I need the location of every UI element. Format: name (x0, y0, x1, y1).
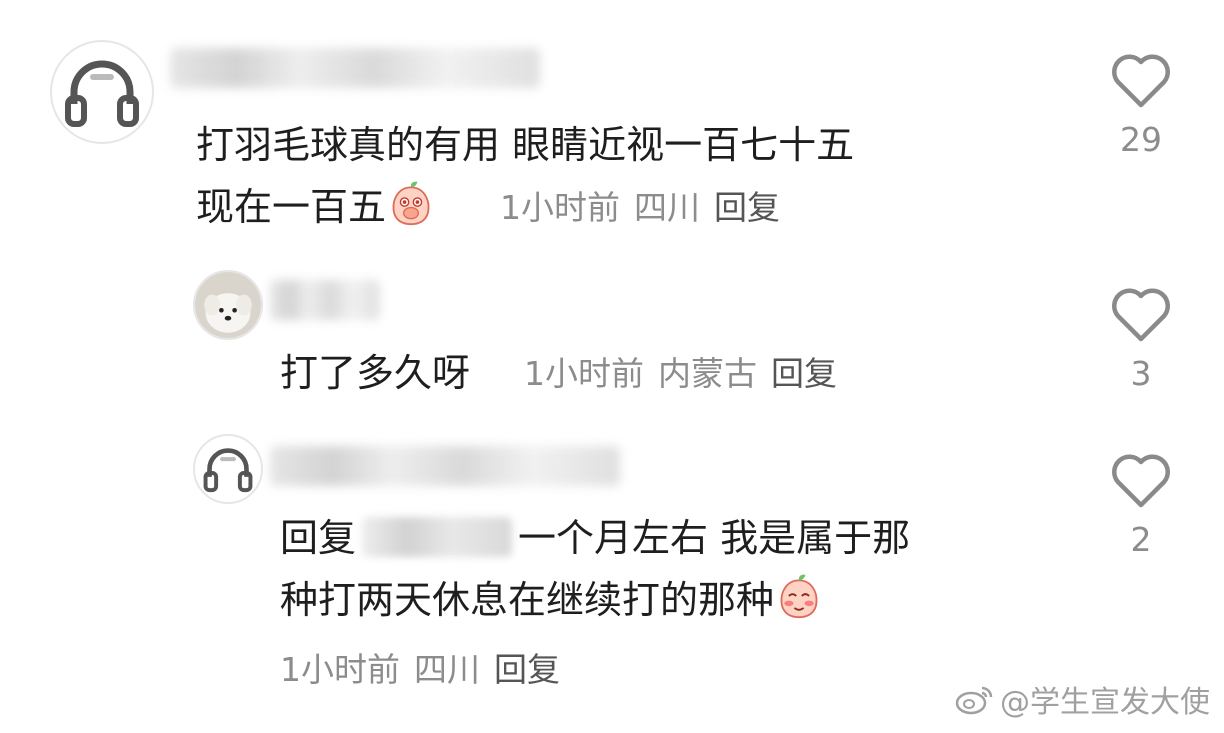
comment-2-avatar[interactable] (193, 270, 263, 340)
comment-1-avatar[interactable] (50, 40, 154, 144)
comment-1-text-line2-content: 现在一百五 (196, 185, 387, 229)
comment-3-time: 1小时前 (280, 650, 400, 689)
watermark-text: @学生宣发大使 (1000, 685, 1210, 720)
watermark: @学生宣发大使 (954, 677, 1210, 721)
comment-2-time: 1小时前 (524, 354, 644, 393)
comment-2-text: 打了多久呀 (280, 342, 470, 404)
comment-3-username-redacted (270, 446, 620, 486)
heart-icon (1112, 54, 1170, 108)
comment-1-like-button[interactable]: 29 (1106, 52, 1176, 160)
comment-1-like-count: 29 (1120, 120, 1162, 159)
comment-2-like-button[interactable]: 3 (1106, 286, 1176, 394)
comment-3-avatar[interactable] (193, 434, 263, 504)
comment-1-location: 四川 (634, 188, 700, 227)
peach-covering-mouth-emoji (388, 180, 434, 226)
comment-1-username-redacted (170, 48, 540, 88)
comment-3-like-count: 2 (1130, 520, 1152, 559)
comment-3-text-line2-content: 种打两天休息在继续打的那种 (280, 578, 775, 622)
comment-2-meta: 1小时前 内蒙古 回复 (524, 352, 851, 396)
headphones-icon (65, 60, 139, 127)
comment-2-location: 内蒙古 (658, 354, 757, 393)
comment-1-time: 1小时前 (500, 188, 620, 227)
white-dog-avatar (195, 272, 261, 338)
comment-1-text-line1: 打羽毛球真的有用 眼睛近视一百七十五 (196, 123, 855, 167)
comment-3-text-line1: 回复 一个月左右 我是属于那 (280, 507, 910, 569)
comment-3-reply-button[interactable]: 回复 (494, 650, 560, 689)
comment-2-text-content: 打了多久呀 (280, 351, 471, 395)
peach-blushing-emoji (776, 573, 822, 619)
comment-2-like-count: 3 (1130, 354, 1152, 393)
heart-icon (1112, 454, 1170, 508)
comment-1-reply-button[interactable]: 回复 (714, 188, 780, 227)
comment-1-text-line2: 现在一百五 (196, 176, 434, 238)
comment-3-text-line1-rest: 一个月左右 我是属于那 (518, 516, 911, 560)
weibo-icon (955, 686, 993, 715)
heart-icon (1112, 288, 1170, 342)
comment-3-location: 四川 (414, 650, 480, 689)
comment-3-like-button[interactable]: 2 (1106, 452, 1176, 560)
comment-3-text-line2: 种打两天休息在继续打的那种 (280, 569, 822, 631)
headphones-icon (203, 448, 253, 493)
comment-1-meta: 1小时前 四川 回复 (500, 186, 794, 230)
comment-3-reply-prefix: 回复 (280, 516, 357, 560)
comment-3-mentioned-user-redacted (362, 517, 513, 557)
comment-2-reply-button[interactable]: 回复 (771, 354, 837, 393)
comment-2-username-redacted (270, 280, 380, 320)
comment-3-meta: 1小时前 四川 回复 (280, 648, 574, 692)
